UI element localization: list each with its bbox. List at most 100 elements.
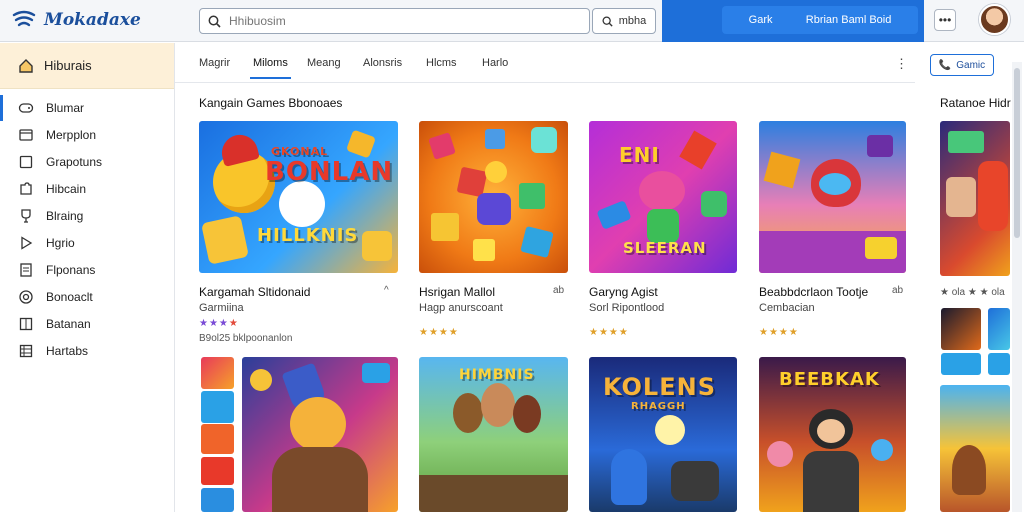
sidebar-item-blumar[interactable]: Blumar bbox=[0, 95, 175, 121]
home-icon bbox=[19, 58, 33, 73]
card-meta: B9ol25 bklpoonanlon bbox=[199, 333, 293, 344]
sidebar-item-hibcain[interactable]: Hibcain bbox=[0, 176, 175, 202]
tab-miloms[interactable]: Miloms bbox=[250, 57, 291, 79]
game-card-image[interactable] bbox=[940, 385, 1010, 512]
caret-up-icon[interactable]: ^ bbox=[384, 285, 389, 296]
top-bar: Mokadaxe mbha Gark Rbrian Baml Boid ••• bbox=[0, 0, 1024, 42]
sidebar-item-flponans[interactable]: Flponans bbox=[0, 257, 175, 283]
tab-hlcms[interactable]: Hlcms bbox=[426, 57, 457, 69]
search-button[interactable]: mbha bbox=[592, 8, 656, 34]
card-art-subtitle: RHAGGH bbox=[631, 401, 686, 412]
app-icon-thumbnail[interactable] bbox=[201, 488, 234, 512]
search-button-label: mbha bbox=[618, 15, 647, 27]
side-thumbnail[interactable] bbox=[941, 308, 981, 350]
game-card-image[interactable]: KOLENS RHAGGH bbox=[589, 357, 737, 512]
search-input[interactable] bbox=[229, 14, 569, 28]
sidebar-item-blraing[interactable]: Blraing bbox=[0, 203, 175, 229]
sidebar-item-label: Blumar bbox=[46, 101, 85, 115]
tab-meang[interactable]: Meang bbox=[307, 57, 341, 69]
card-art-title: BONLAN bbox=[265, 157, 394, 187]
card-icon bbox=[19, 129, 33, 141]
section-title-side: Ratanoe Hidr bbox=[940, 96, 1011, 110]
sidebar-item-merpplon[interactable]: Merpplon bbox=[0, 122, 175, 148]
card-art-title: HIMBNIS bbox=[459, 367, 535, 383]
game-card-image[interactable]: HIMBNIS bbox=[419, 357, 568, 512]
document-icon bbox=[20, 263, 32, 277]
card-rating: ★★★★ bbox=[199, 318, 239, 329]
game-card-image[interactable]: BEEBKAK bbox=[759, 357, 906, 512]
sidebar-item-label: Flponans bbox=[46, 263, 96, 277]
link-icon[interactable]: ab bbox=[553, 285, 564, 296]
tab-alonsris[interactable]: Alonsris bbox=[363, 57, 402, 69]
sidebar-item-home[interactable]: Hiburais bbox=[0, 43, 174, 89]
card-title[interactable]: Garyng Agist bbox=[589, 285, 658, 299]
wifi-waves-icon bbox=[12, 10, 36, 27]
header-link-right[interactable]: Rbrian Baml Boid bbox=[806, 14, 892, 26]
games-button-label: Gamic bbox=[956, 59, 986, 71]
sidebar-item-hgrio[interactable]: Hgrio bbox=[0, 230, 175, 256]
game-card-image[interactable] bbox=[419, 121, 568, 273]
sidebar-item-label: Bonoaclt bbox=[46, 290, 93, 304]
tab-magrir[interactable]: Magrir bbox=[199, 57, 230, 69]
card-subtitle: Garmiina bbox=[199, 302, 244, 314]
sidebar-item-label: Batanan bbox=[46, 317, 91, 331]
app-logo[interactable]: Mokadaxe bbox=[12, 9, 141, 31]
app-name: Mokadaxe bbox=[44, 10, 141, 30]
avatar[interactable] bbox=[979, 4, 1010, 35]
card-title[interactable]: Hsrigan Mallol bbox=[419, 285, 495, 299]
game-card-image[interactable]: ENI SLEERAN bbox=[589, 121, 737, 273]
tab-bar: Magrir Miloms Meang Alonsris Hlcms Harlo bbox=[175, 43, 915, 83]
card-rating: ★★★★ bbox=[759, 327, 799, 338]
link-icon[interactable]: ab bbox=[892, 285, 903, 296]
game-card-image[interactable] bbox=[242, 357, 398, 512]
scrollbar-thumb[interactable] bbox=[1014, 68, 1020, 238]
sidebar-item-label: Merpplon bbox=[46, 128, 97, 142]
card-subtitle: Hagp anurscoant bbox=[419, 302, 503, 314]
section-title-main: Kangain Games Bbonoaes bbox=[199, 96, 343, 110]
card-title[interactable]: Kargamah Sltidonaid bbox=[199, 285, 310, 299]
app-icon-thumbnail[interactable] bbox=[201, 391, 234, 423]
sidebar-item-label: Grapotuns bbox=[46, 155, 103, 169]
app-icon-thumbnail[interactable] bbox=[201, 457, 234, 485]
card-rating: ★★★★ bbox=[589, 327, 629, 338]
more-button[interactable]: ••• bbox=[934, 9, 956, 31]
sidebar-item-label: Hibcain bbox=[46, 182, 87, 196]
card-rating: ★★★★ bbox=[419, 327, 459, 338]
table-icon bbox=[19, 344, 33, 358]
scrollbar[interactable] bbox=[1012, 62, 1022, 512]
side-thumbnail[interactable] bbox=[941, 353, 981, 375]
side-rating: ★ ola ★ ★ ola bbox=[940, 287, 1005, 298]
game-card-image[interactable] bbox=[759, 121, 906, 273]
search-box[interactable] bbox=[199, 8, 590, 34]
game-card-image[interactable] bbox=[940, 121, 1010, 276]
account-links[interactable]: Gark Rbrian Baml Boid bbox=[722, 6, 918, 34]
game-card-image[interactable]: GKONAL BONLAN HILLKNIS bbox=[199, 121, 398, 273]
search-icon bbox=[208, 15, 221, 28]
card-art-subtitle: HILLKNIS bbox=[257, 225, 359, 246]
card-title[interactable]: Beabbdcrlaon Tootje bbox=[759, 285, 868, 299]
side-thumbnail[interactable] bbox=[988, 308, 1010, 350]
sidebar-item-grapotuns[interactable]: Grapotuns bbox=[0, 149, 175, 175]
tab-harlo[interactable]: Harlo bbox=[482, 57, 508, 69]
search-icon bbox=[602, 15, 613, 27]
puzzle-icon bbox=[20, 182, 32, 195]
sidebar-item-hartabs[interactable]: Hartabs bbox=[0, 338, 175, 364]
side-thumbnail[interactable] bbox=[988, 353, 1010, 375]
sidebar-item-batanan[interactable]: Batanan bbox=[0, 311, 175, 337]
header-link-left[interactable]: Gark bbox=[749, 14, 773, 26]
sidebar-item-bonoaclt[interactable]: Bonoaclt bbox=[0, 284, 175, 310]
gamepad-icon bbox=[18, 103, 34, 113]
app-icon-thumbnail[interactable] bbox=[201, 424, 234, 454]
app-icon-thumbnail[interactable] bbox=[201, 357, 234, 389]
target-icon bbox=[19, 290, 33, 304]
card-art-subtitle: SLEERAN bbox=[623, 239, 707, 257]
card-subtitle: Cembacian bbox=[759, 302, 815, 314]
sidebar-item-label: Hgrio bbox=[46, 236, 75, 250]
sidebar-item-label: Blraing bbox=[46, 209, 84, 223]
card-subtitle: Sorl Ripontlood bbox=[589, 302, 665, 314]
card-art-title: KOLENS bbox=[603, 373, 716, 401]
games-button[interactable]: 📞 Gamic bbox=[930, 54, 994, 76]
vertical-dots-icon[interactable]: ⋮ bbox=[895, 56, 908, 72]
ellipsis-icon: ••• bbox=[938, 13, 952, 27]
phone-icon: 📞 bbox=[938, 59, 952, 71]
